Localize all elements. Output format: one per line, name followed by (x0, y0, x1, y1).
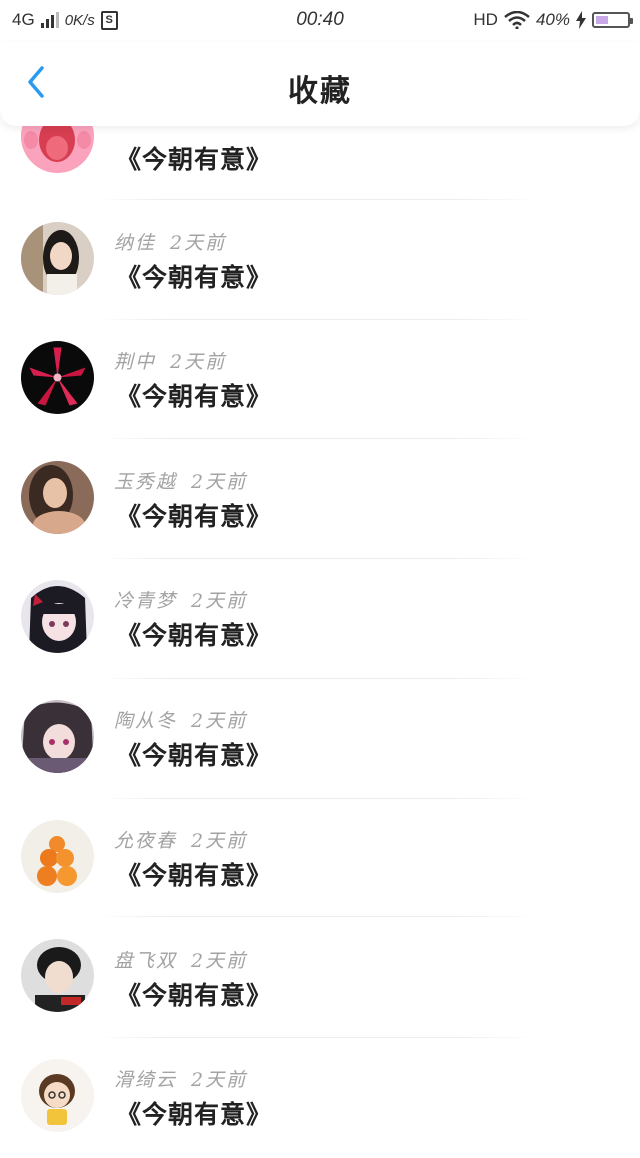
item-time: 2天前 (191, 1069, 248, 1091)
user-name: 冷青梦 (114, 590, 178, 612)
avatar (21, 222, 94, 295)
item-time: 2天前 (191, 710, 248, 732)
list-item[interactable]: 纳佳 2天前 《今朝有意》 (0, 200, 640, 320)
item-time: 2天前 (191, 950, 248, 972)
avatar (21, 700, 94, 773)
list-item[interactable]: 盘飞双 2天前 《今朝有意》 (0, 918, 640, 1038)
item-title[interactable]: 《今朝有意》 (116, 377, 272, 413)
item-meta: 纳佳 2天前 (114, 228, 226, 255)
user-name: 允夜春 (114, 830, 178, 852)
avatar (21, 341, 94, 414)
item-title[interactable]: 《今朝有意》 (116, 616, 272, 652)
item-meta: 陶从冬 2天前 (114, 706, 247, 733)
item-meta: 玉秀越 2天前 (114, 467, 247, 494)
item-meta: 荆中 2天前 (114, 347, 226, 374)
item-time: 2天前 (191, 590, 248, 612)
status-bar: 4G 0K/s S 00:40 HD 40% (0, 0, 640, 42)
avatar (21, 580, 94, 653)
list-item[interactable]: 允夜春 2天前 《今朝有意》 (0, 799, 640, 919)
item-title[interactable]: 《今朝有意》 (116, 736, 272, 772)
avatar (21, 1059, 94, 1132)
avatar (21, 461, 94, 534)
divider (100, 916, 540, 917)
item-time: 2天前 (191, 830, 248, 852)
item-time: 2天前 (191, 471, 248, 493)
battery-percent: 40% (535, 10, 570, 29)
list-item[interactable]: 玉秀越 2天前 《今朝有意》 (0, 439, 640, 559)
battery-icon (592, 12, 633, 28)
item-title[interactable]: 《今朝有意》 (116, 497, 272, 533)
battery-fill (596, 16, 608, 24)
top-navbar: 收藏 (0, 42, 640, 126)
charging-icon (576, 11, 586, 29)
item-meta: 滑绮云 2天前 (114, 1065, 247, 1092)
list-item[interactable]: 冷青梦 2天前 《今朝有意》 (0, 559, 640, 679)
user-name: 荆中 (114, 351, 157, 373)
user-name: 滑绮云 (114, 1069, 178, 1091)
list-item[interactable]: 荆中 2天前 《今朝有意》 (0, 320, 640, 440)
item-title[interactable]: 《今朝有意》 (116, 1095, 272, 1131)
user-name: 盘飞双 (114, 950, 178, 972)
user-name: 玉秀越 (114, 471, 178, 493)
user-name: 纳佳 (114, 232, 157, 254)
item-meta: 盘飞双 2天前 (114, 946, 247, 973)
list-item[interactable]: 滑绮云 2天前 《今朝有意》 (0, 1038, 640, 1158)
item-title[interactable]: 《今朝有意》 (116, 976, 272, 1012)
item-time: 2天前 (170, 232, 227, 254)
item-title[interactable]: 《今朝有意》 (116, 856, 272, 892)
item-meta: 冷青梦 2天前 (114, 586, 247, 613)
item-time: 2天前 (170, 351, 227, 373)
avatar (21, 939, 94, 1012)
item-title[interactable]: 《今朝有意》 (116, 258, 272, 294)
page-title: 收藏 (288, 74, 352, 109)
avatar (21, 820, 94, 893)
item-meta: 允夜春 2天前 (114, 826, 247, 853)
list-item[interactable]: 陶从冬 2天前 《今朝有意》 (0, 679, 640, 799)
wifi-icon (504, 11, 530, 29)
user-name: 陶从冬 (114, 710, 178, 732)
item-title[interactable]: 《今朝有意》 (116, 140, 272, 176)
hd-indicator: HD (473, 10, 498, 29)
